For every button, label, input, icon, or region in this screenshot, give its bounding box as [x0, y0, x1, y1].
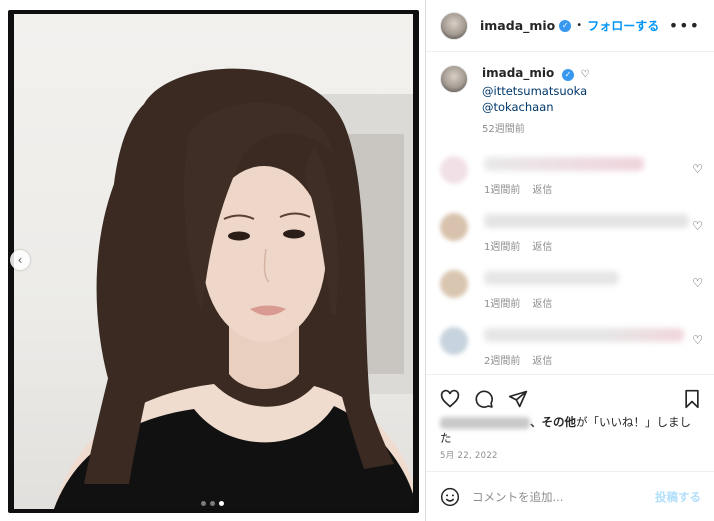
- heart-icon[interactable]: [440, 389, 460, 409]
- comment-time: 1週間前: [484, 185, 521, 196]
- liker-name-redacted[interactable]: [440, 416, 530, 429]
- comment-time: 1週間前: [484, 299, 521, 310]
- reply-button[interactable]: 返信: [532, 352, 552, 367]
- comment-text-redacted: [484, 214, 689, 228]
- heart-icon[interactable]: ♡: [692, 219, 703, 233]
- post-photo[interactable]: [14, 14, 413, 509]
- comment-time: 2週間前: [484, 356, 521, 367]
- caption-avatar[interactable]: [440, 65, 468, 93]
- comment-text-redacted: [484, 271, 619, 285]
- verified-badge-icon: ✓: [559, 19, 572, 32]
- verified-badge-icon: ✓: [561, 69, 574, 81]
- post-date: 5月 22, 2022: [440, 451, 498, 461]
- reply-button[interactable]: 返信: [532, 238, 552, 253]
- photo-frame: [8, 10, 419, 513]
- comment-row: 1週間前 返信 ♡: [426, 209, 714, 266]
- comment-avatar[interactable]: [440, 327, 468, 355]
- carousel-indicator: [0, 501, 425, 506]
- portrait-illustration: [54, 68, 413, 509]
- heart-outline-icon: ♡: [580, 69, 590, 80]
- post-header: imada_mio ✓ • フォローする •••: [426, 0, 714, 52]
- comment-text-redacted: [484, 157, 644, 171]
- bookmark-icon[interactable]: [683, 389, 701, 409]
- separator-dot: •: [576, 20, 583, 31]
- emoji-icon[interactable]: [440, 487, 460, 507]
- share-icon[interactable]: [508, 389, 528, 409]
- comment-icon[interactable]: [474, 389, 494, 409]
- reply-button[interactable]: 返信: [532, 181, 552, 196]
- reply-button[interactable]: 返信: [532, 295, 552, 310]
- comments-list[interactable]: imada_mio ✓ ♡ @ittetsumatsuoka @tokachaa…: [426, 52, 714, 374]
- comment-row: 1週間前 返信 ♡: [426, 266, 714, 323]
- more-icon[interactable]: •••: [669, 16, 700, 35]
- carousel-prev-button[interactable]: ‹: [10, 250, 30, 270]
- comment-time: 1週間前: [484, 242, 521, 253]
- likes-others-link[interactable]: 、その他: [530, 415, 576, 429]
- comment-avatar[interactable]: [440, 270, 468, 298]
- comment-avatar[interactable]: [440, 156, 468, 184]
- carousel-dot-active: [219, 501, 224, 506]
- post-comment-button[interactable]: 投稿する: [655, 489, 701, 505]
- caption-body: imada_mio ✓ ♡ @ittetsumatsuoka @tokachaa…: [482, 65, 590, 138]
- follow-button[interactable]: フォローする: [587, 17, 659, 34]
- comment-row: 1週間前 返信 ♡: [426, 152, 714, 209]
- heart-icon[interactable]: ♡: [692, 162, 703, 176]
- caption-username[interactable]: imada_mio: [482, 66, 554, 80]
- avatar[interactable]: [440, 11, 468, 40]
- caption-time: 52週間前: [482, 124, 525, 135]
- heart-icon[interactable]: ♡: [692, 333, 703, 347]
- comment-input[interactable]: コメントを追加...: [472, 489, 655, 505]
- chevron-left-icon: ‹: [17, 253, 23, 267]
- post-side-panel: imada_mio ✓ • フォローする ••• imada_mio ✓ ♡ @…: [425, 0, 714, 521]
- header-username[interactable]: imada_mio: [480, 18, 555, 33]
- comment-text-redacted: [484, 328, 684, 342]
- mention-link[interactable]: @ittetsumatsuoka: [482, 83, 590, 99]
- add-comment-bar: コメントを追加... 投稿する: [426, 471, 714, 521]
- comment-avatar[interactable]: [440, 213, 468, 241]
- heart-icon[interactable]: ♡: [692, 276, 703, 290]
- mention-link[interactable]: @tokachaan: [482, 99, 590, 115]
- carousel-dot: [210, 501, 215, 506]
- likes-summary: 、その他が「いいね！」しました: [440, 414, 702, 446]
- caption: imada_mio ✓ ♡ @ittetsumatsuoka @tokachaa…: [426, 52, 714, 138]
- post-media: ‹: [0, 0, 425, 521]
- comment-row: 2週間前 返信 ♡: [426, 323, 714, 374]
- carousel-dot: [201, 501, 206, 506]
